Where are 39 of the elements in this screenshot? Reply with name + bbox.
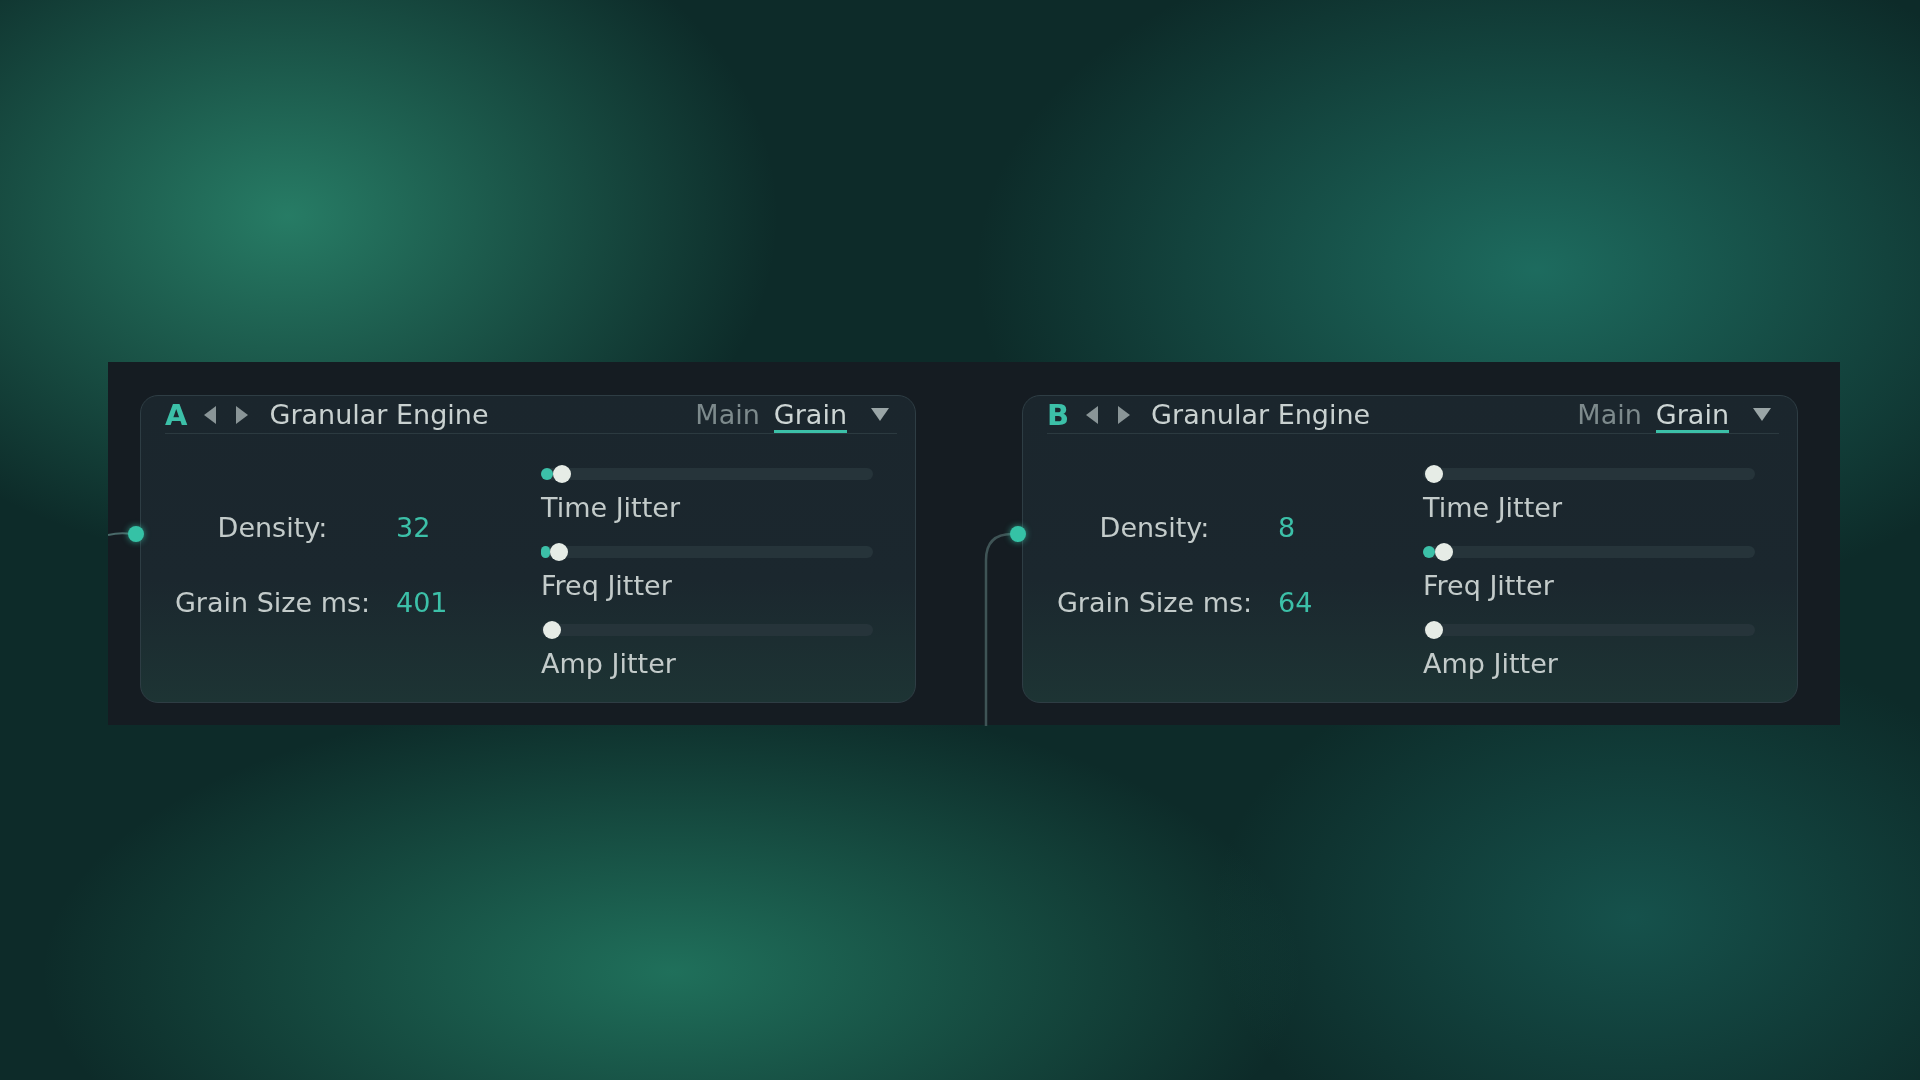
slider-thumb[interactable] [1425,465,1443,483]
slider-thumb[interactable] [1425,621,1443,639]
slider-thumb[interactable] [552,465,571,483]
slot-letter: A [165,397,188,432]
slider-track[interactable] [541,546,873,558]
slider-track[interactable] [1423,546,1755,558]
tab[interactable]: Main [695,396,760,433]
slider-label: Freq Jitter [1423,570,1555,601]
slider-track[interactable] [1423,624,1755,636]
slider-fill [541,468,553,480]
slider-thumb[interactable] [1434,543,1453,561]
slider-label: Time Jitter [1423,492,1563,523]
tab[interactable]: Main [1577,396,1642,433]
parameter-value[interactable]: 32 [380,512,541,543]
slider-thumb[interactable] [549,543,568,561]
slider-track[interactable] [541,624,873,636]
slider-fill [541,546,550,558]
input-port-icon[interactable] [128,526,144,542]
slot-letter: B [1047,397,1070,432]
slider-label: Amp Jitter [541,648,677,679]
input-port-icon[interactable] [1010,526,1026,542]
slider-thumb[interactable] [543,621,561,639]
parameter-label: Grain Size ms: [1055,587,1254,618]
slider-label: Amp Jitter [1423,648,1559,679]
parameter-label: Grain Size ms: [173,587,372,618]
tab[interactable]: Grain [1655,396,1729,433]
parameter-label: Density: [1098,512,1211,543]
parameter-value[interactable]: 64 [1262,587,1423,618]
slider-label: Freq Jitter [541,570,673,601]
parameter-value[interactable]: 401 [380,587,541,618]
slider-track[interactable] [541,468,873,480]
tab[interactable]: Grain [773,396,847,433]
slider-fill [1423,546,1435,558]
slider-track[interactable] [1423,468,1755,480]
parameter-value[interactable]: 8 [1262,512,1423,543]
parameter-label: Density: [216,512,329,543]
engine-title: Granular Engine [269,399,489,430]
engine-title: Granular Engine [1151,399,1371,430]
slider-label: Time Jitter [541,492,681,523]
